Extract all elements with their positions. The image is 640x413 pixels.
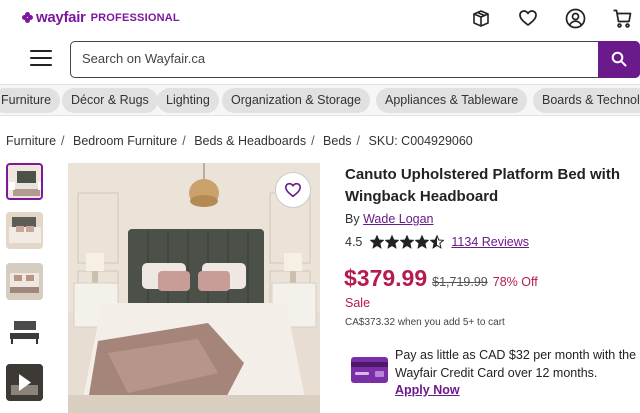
- discount-label: 78% Off: [492, 275, 538, 289]
- breadcrumb-bedroom-furniture[interactable]: Bedroom Furniture: [73, 134, 177, 148]
- gift-box-icon[interactable]: [470, 7, 492, 29]
- heart-icon[interactable]: [517, 7, 539, 29]
- sale-label: Sale: [345, 296, 371, 310]
- logo-wordmark: wayfair: [36, 9, 86, 26]
- breadcrumb-beds[interactable]: Beds: [323, 134, 352, 148]
- star-icon: [370, 235, 385, 249]
- search-input[interactable]: Search on Wayfair.ca: [82, 51, 205, 66]
- logo-mark-icon: [22, 12, 33, 23]
- breadcrumb-furniture[interactable]: Furniture: [6, 134, 56, 148]
- bulk-price-note: CA$373.32 when you add 5+ to cart: [345, 317, 505, 328]
- account-icon[interactable]: [564, 7, 586, 29]
- sku-label: SKU: C004929060: [368, 134, 473, 148]
- search-icon: [611, 51, 627, 67]
- category-chip-boards-technology[interactable]: Boards & Technol: [533, 88, 640, 113]
- financing-text: Pay as little as CAD $32 per month with …: [395, 348, 637, 380]
- product-thumbnail[interactable]: [6, 263, 43, 300]
- wayfair-logo[interactable]: wayfair PROFESSIONAL: [22, 9, 180, 26]
- star-icon: [415, 235, 430, 249]
- logo-professional-label: PROFESSIONAL: [90, 11, 180, 24]
- search-button[interactable]: [598, 40, 640, 78]
- star-icon: [385, 235, 400, 249]
- product-thumbnail[interactable]: [6, 163, 43, 200]
- category-chip-furniture[interactable]: Furniture: [0, 88, 61, 113]
- product-main-image[interactable]: [68, 163, 320, 413]
- product-thumbnail[interactable]: [6, 313, 43, 350]
- search-bar[interactable]: Search on Wayfair.ca: [70, 40, 640, 78]
- breadcrumb-beds-headboards[interactable]: Beds & Headboards: [194, 134, 306, 148]
- star-rating: [370, 235, 445, 249]
- brand-link[interactable]: Wade Logan: [363, 212, 433, 226]
- product-thumbnail[interactable]: [6, 212, 43, 249]
- current-price: $379.99: [344, 265, 428, 291]
- rating-row: 4.5 1134 Reviews: [345, 235, 529, 249]
- star-icon: [430, 235, 445, 249]
- rating-value: 4.5: [345, 235, 363, 249]
- category-bar: Furniture Décor & Rugs Lighting Organiza…: [0, 84, 640, 116]
- apply-now-link[interactable]: Apply Now: [395, 383, 460, 397]
- heart-icon: [284, 182, 302, 198]
- category-chip-organization-storage[interactable]: Organization & Storage: [222, 88, 370, 113]
- product-byline: By Wade Logan: [345, 212, 434, 226]
- by-prefix: By: [345, 212, 360, 226]
- price-row: $379.99 $1,719.99 78% Off: [344, 265, 538, 292]
- category-chip-decor-rugs[interactable]: Décor & Rugs: [62, 88, 158, 113]
- original-price: $1,719.99: [432, 275, 488, 289]
- star-icon: [400, 235, 415, 249]
- credit-card-icon: [351, 357, 388, 383]
- category-chip-lighting[interactable]: Lighting: [157, 88, 219, 113]
- reviews-link[interactable]: 1134 Reviews: [451, 235, 529, 249]
- product-title: Canuto Upholstered Platform Bed with Win…: [345, 166, 621, 205]
- video-thumbnail[interactable]: [6, 364, 43, 401]
- breadcrumb: Furniture / Bedroom Furniture / Beds & Hea…: [6, 134, 473, 148]
- category-chip-appliances-tableware[interactable]: Appliances & Tableware: [376, 88, 528, 113]
- cart-icon[interactable]: [611, 7, 633, 29]
- favorite-button[interactable]: [275, 172, 311, 208]
- hamburger-menu-icon[interactable]: [30, 50, 52, 68]
- top-bar: wayfair PROFESSIONAL: [0, 0, 640, 36]
